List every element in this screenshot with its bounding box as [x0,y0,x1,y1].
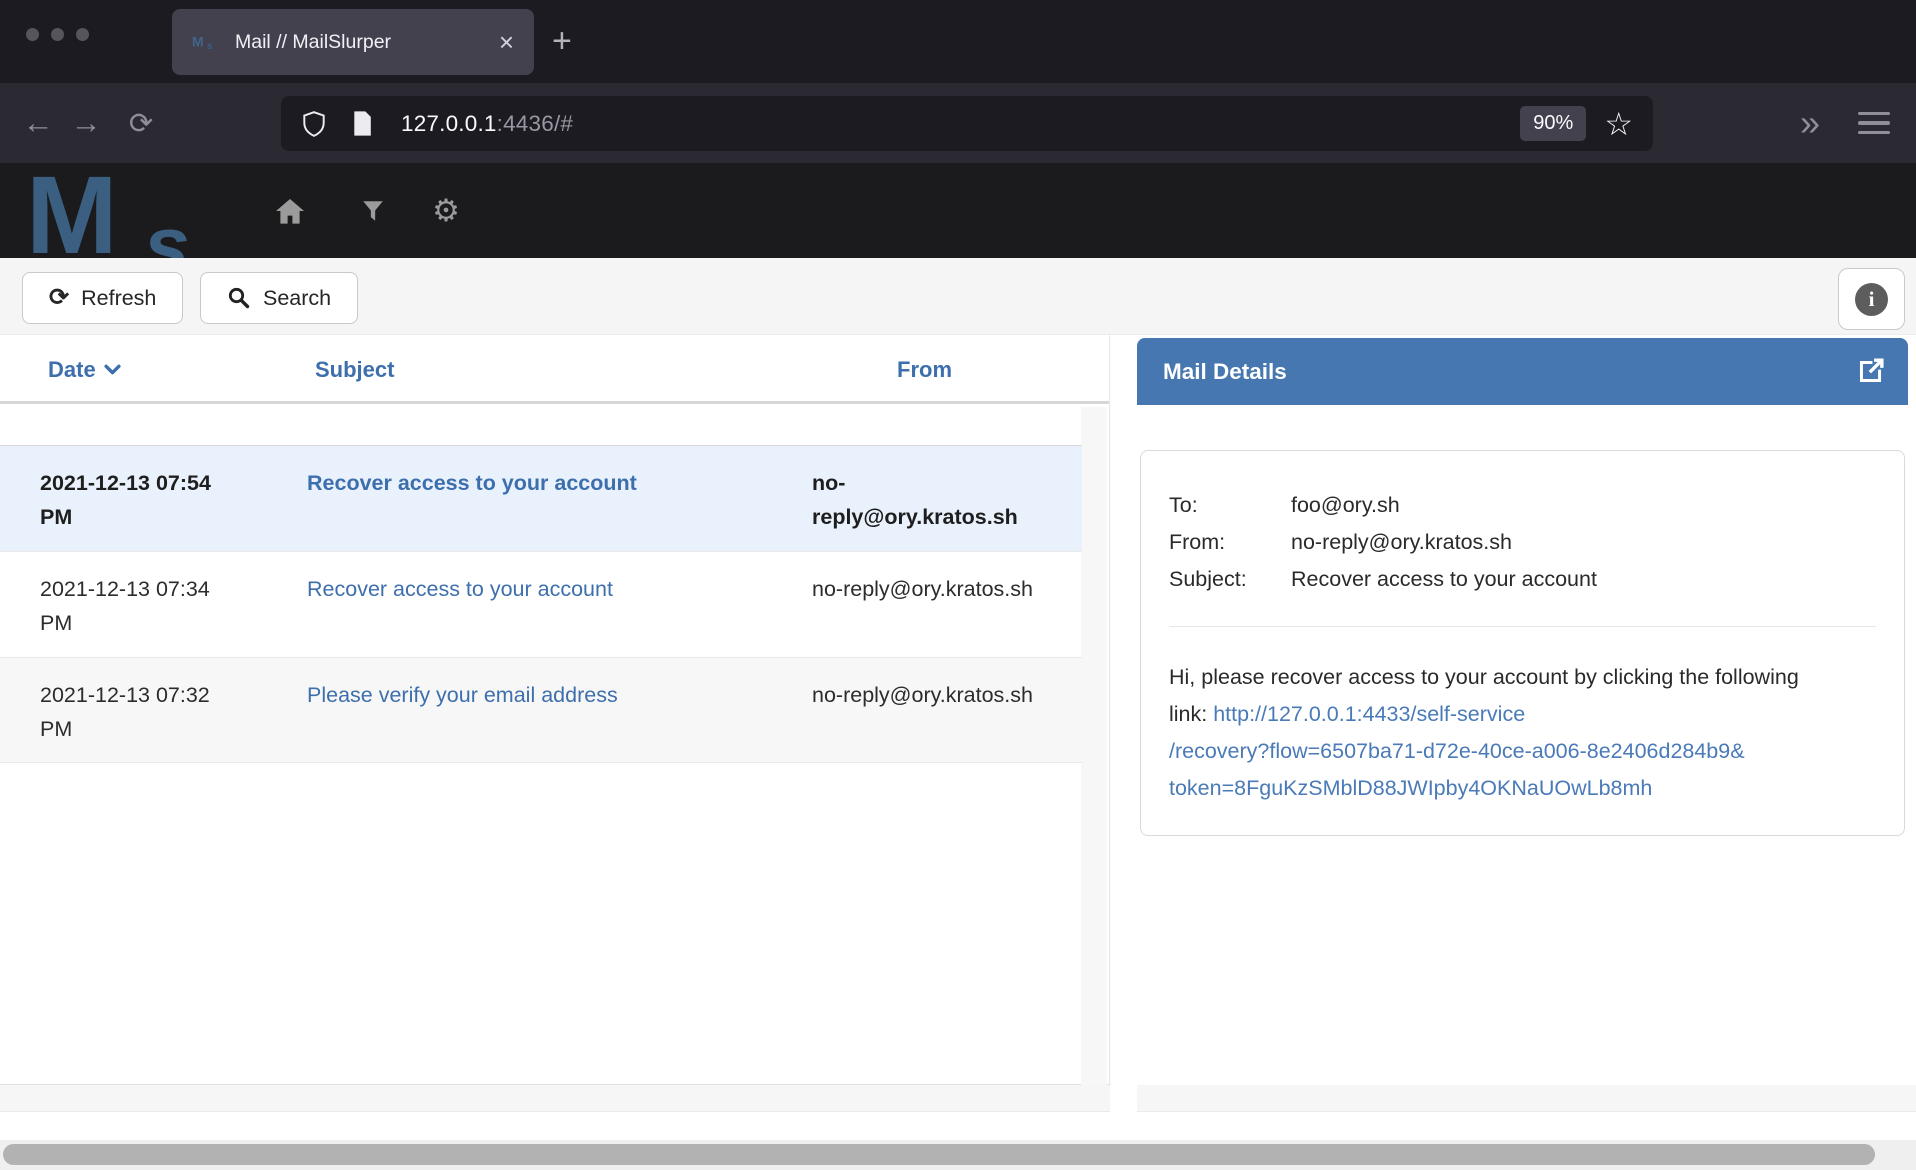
back-icon[interactable]: ← [18,83,58,163]
zoom-level-badge[interactable]: 90% [1520,106,1586,141]
from-label: From: [1169,524,1291,561]
search-label: Search [263,286,331,311]
to-label: To: [1169,487,1291,524]
mail-rows: 2021-12-13 07:54 PM Recover access to yo… [0,445,1082,763]
refresh-button[interactable]: ⟳ Refresh [22,272,183,324]
mail-subject-row: Subject: Recover access to your account [1169,561,1876,598]
recovery-link[interactable]: http://127.0.0.1:4433/self-service [1213,696,1525,733]
home-icon[interactable] [272,163,308,258]
mail-details-card: To: foo@ory.sh From: no-reply@ory.kratos… [1140,450,1905,836]
refresh-icon: ⟳ [49,286,69,310]
column-header-date[interactable]: Date [48,335,121,404]
mail-date: 2021-12-13 07:32 PM [40,678,307,747]
mail-body: Hi, please recover access to your accoun… [1169,659,1825,807]
mail-list-panel: Date Subject From 2021-12-13 07:54 PM Re… [0,335,1110,1085]
url-host: 127.0.0.1 [401,111,497,136]
mail-date: 2021-12-13 07:54 PM [40,466,307,535]
info-button[interactable]: i [1838,268,1905,330]
mail-from-row: From: no-reply@ory.kratos.sh [1169,524,1876,561]
mail-row-1[interactable]: 2021-12-13 07:54 PM Recover access to yo… [0,445,1082,552]
url-path: :4436/# [497,111,573,136]
url-text: 127.0.0.1:4436/# [401,111,573,137]
shield-icon[interactable] [301,110,327,138]
url-bar[interactable]: 127.0.0.1:4436/# 90% ☆ [281,96,1653,151]
details-panel-footer [1137,1085,1916,1112]
page-icon [351,110,373,137]
list-panel-footer [0,1085,1110,1112]
info-icon: i [1855,283,1888,316]
tab-close-icon[interactable]: × [499,29,514,55]
mail-from: no-reply@ory.kratos.sh [812,678,1038,747]
mail-list-header: Date Subject From [0,335,1109,404]
new-tab-button[interactable]: + [552,0,572,83]
mail-subject-link[interactable]: Recover access to your account [307,572,812,641]
mail-details-title: Mail Details [1163,359,1855,385]
app-header: M s ⚙ [0,163,1916,258]
forward-icon[interactable]: → [66,83,106,163]
refresh-label: Refresh [81,286,156,311]
horizontal-scrollbar-track[interactable] [0,1140,1916,1170]
mail-row-3[interactable]: 2021-12-13 07:32 PM Please verify your e… [0,658,1082,764]
browser-window: M s Mail // MailSlurper × + ← → ⟳ 127.0.… [0,0,1916,1170]
mail-to-row: To: foo@ory.sh [1169,487,1876,524]
bookmark-star-icon[interactable]: ☆ [1604,108,1633,140]
mail-subject-link[interactable]: Please verify your email address [307,678,812,747]
browser-tab[interactable]: M s Mail // MailSlurper × [172,9,534,75]
subject-label: Subject: [1169,561,1291,598]
mail-from: no-reply@ory.kratos.sh [812,466,1038,535]
column-header-subject[interactable]: Subject [315,335,394,404]
mail-date: 2021-12-13 07:34 PM [40,572,307,641]
mail-list-scrollbar[interactable] [1081,407,1107,1085]
horizontal-scrollbar-thumb[interactable] [3,1144,1875,1165]
overflow-chevrons-icon[interactable]: » [1786,83,1832,163]
column-header-from[interactable]: From [897,335,952,404]
recovery-link[interactable]: token=8FguKzSMblD88JWIpby4OKNaUOwLb8mh [1169,770,1652,807]
browser-tab-bar: M s Mail // MailSlurper × + [0,0,1916,83]
recovery-link[interactable]: /recovery?flow=6507ba71-d72e-40ce-a006-8… [1169,733,1745,770]
mail-subject-link[interactable]: Recover access to your account [307,466,812,535]
details-divider [1169,626,1876,627]
reload-icon[interactable]: ⟳ [120,83,162,163]
window-controls[interactable] [26,28,89,41]
svg-text:s: s [207,41,213,52]
filter-icon[interactable] [358,163,388,258]
svg-text:M: M [26,165,118,258]
tab-title: Mail // MailSlurper [235,31,499,54]
mail-row-2[interactable]: 2021-12-13 07:34 PM Recover access to yo… [0,552,1082,658]
svg-text:s: s [144,200,190,258]
mail-details-header: Mail Details [1137,338,1908,405]
svg-text:M: M [192,33,204,49]
subject-value: Recover access to your account [1291,561,1597,598]
browser-toolbar: ← → ⟳ 127.0.0.1:4436/# 90% ☆ » [0,83,1916,163]
mailslurper-logo[interactable]: M s [26,165,236,258]
mailslurper-favicon: M s [192,32,220,52]
to-value: foo@ory.sh [1291,487,1400,524]
from-value: no-reply@ory.kratos.sh [1291,524,1512,561]
mail-from: no-reply@ory.kratos.sh [812,572,1038,641]
menu-hamburger-icon[interactable] [1858,83,1890,163]
external-link-icon[interactable] [1855,356,1886,387]
sort-descending-icon [104,363,121,376]
search-button[interactable]: Search [200,272,358,324]
gear-icon[interactable]: ⚙ [428,163,464,258]
action-toolbar: ⟳ Refresh Search i [0,258,1916,335]
search-icon [227,286,251,310]
